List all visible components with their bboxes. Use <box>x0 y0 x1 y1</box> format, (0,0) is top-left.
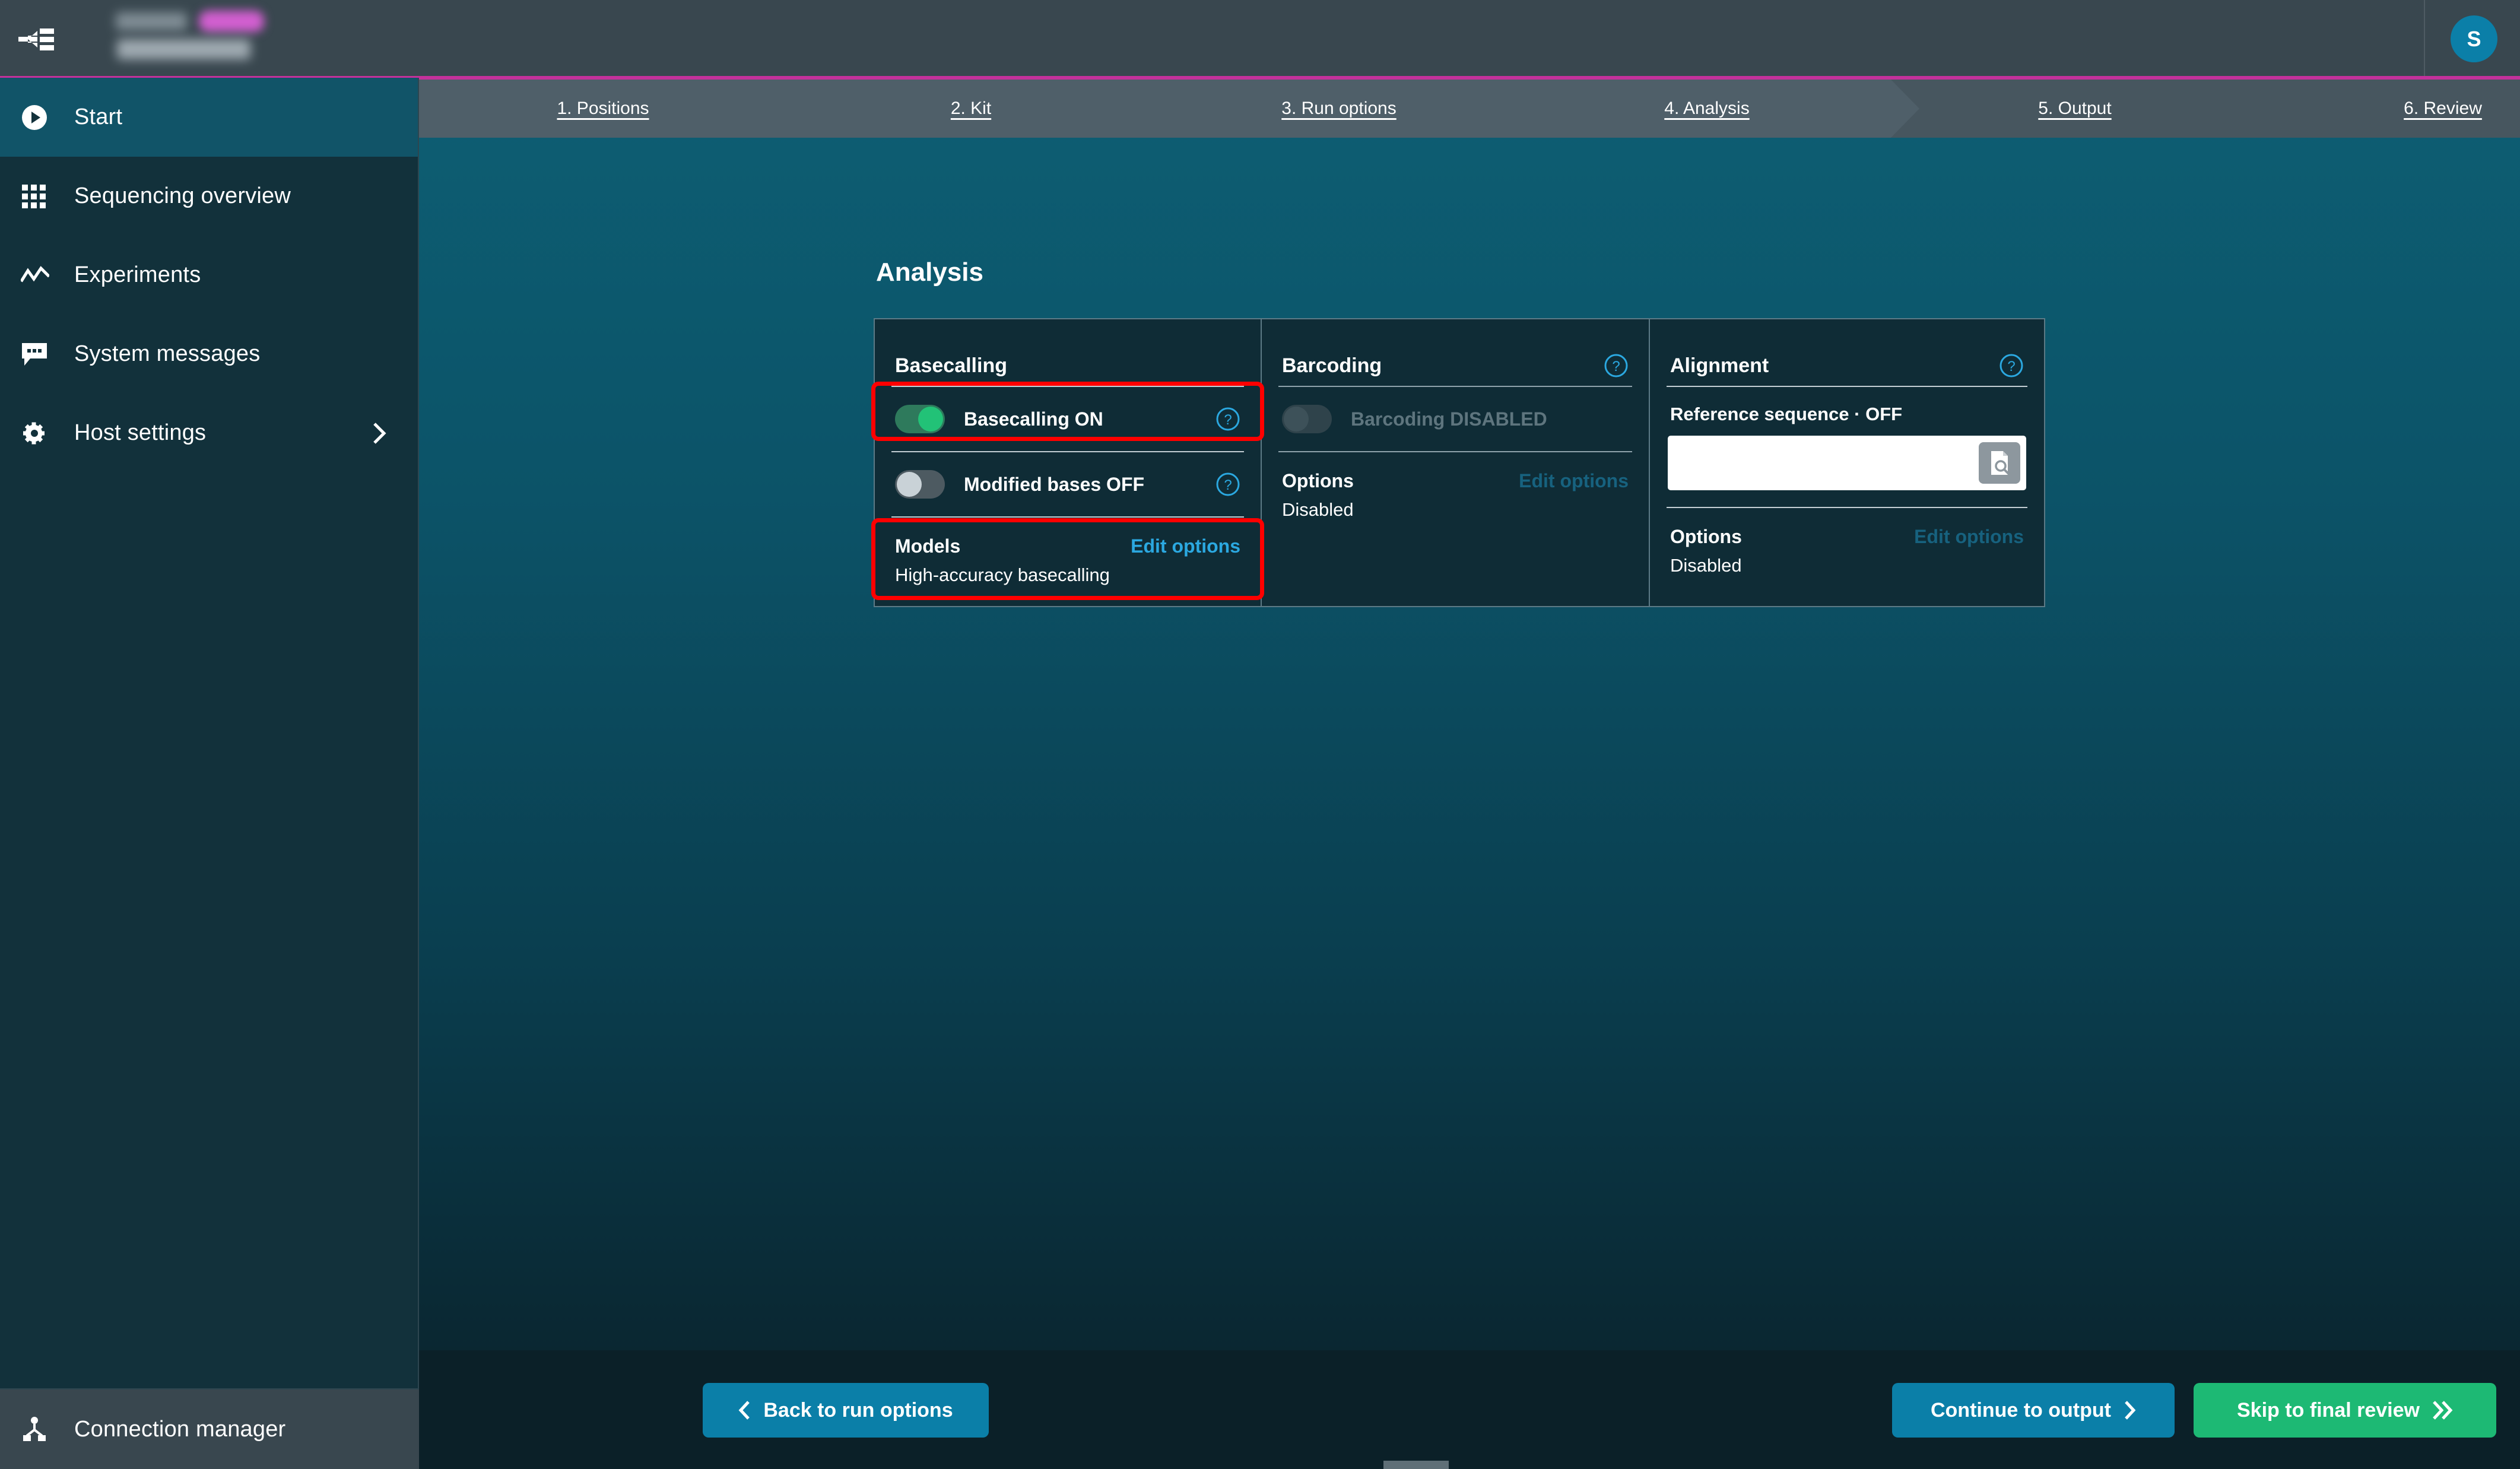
top-bar: S <box>0 0 2520 78</box>
alignment-edit-options-link: Edit options <box>1914 526 2024 547</box>
collapse-sidebar-icon <box>18 28 54 50</box>
horizontal-scrollbar-thumb[interactable] <box>1383 1461 1449 1469</box>
analysis-cards: Basecalling Basecalling ON ? Modified ba… <box>874 318 2045 607</box>
sidebar-item-system-messages[interactable]: System messages <box>0 315 418 394</box>
reference-sequence-label: Reference sequence · OFF <box>1670 404 1903 424</box>
svg-text:?: ? <box>1224 412 1232 428</box>
step-4-analysis[interactable]: 4. Analysis <box>1523 80 1891 138</box>
alignment-options-block: Options Edit options Disabled <box>1650 508 2044 576</box>
continue-button-label: Continue to output <box>1930 1398 2111 1422</box>
page-title: Analysis <box>876 258 983 287</box>
sidebar-footer-label: Connection manager <box>74 1416 286 1442</box>
sidebar-item-label: System messages <box>74 341 261 366</box>
play-circle-icon <box>21 104 74 131</box>
barcoding-card: Barcoding ? Barcoding DISABLED Options E <box>1262 318 1650 607</box>
modified-bases-toggle[interactable] <box>895 470 945 499</box>
step-2-kit[interactable]: 2. Kit <box>787 80 1155 138</box>
toggle-knob <box>1284 407 1309 432</box>
modified-bases-toggle-label: Modified bases OFF <box>964 473 1145 495</box>
alignment-card: Alignment ? Reference sequence · OFF Opt… <box>1650 318 2045 607</box>
application-window: S Start Sequencing overview Experiments … <box>0 0 2520 1469</box>
barcoding-toggle <box>1282 405 1332 433</box>
step-3-run-options[interactable]: 3. Run options <box>1155 80 1523 138</box>
skip-button-label: Skip to final review <box>2237 1398 2420 1422</box>
sidebar-item-label: Start <box>74 104 123 129</box>
main-content: 1. Positions 2. Kit 3. Run options 4. An… <box>419 80 2520 1469</box>
footer-bar: Back to run options Continue to output S… <box>419 1350 2520 1469</box>
barcoding-toggle-row: Barcoding DISABLED <box>1262 387 1649 451</box>
line-chart-icon <box>21 265 74 286</box>
barcoding-options-block: Options Edit options Disabled <box>1262 452 1649 521</box>
wizard-stepper: 1. Positions 2. Kit 3. Run options 4. An… <box>419 80 2520 138</box>
basecalling-card: Basecalling Basecalling ON ? Modified ba… <box>874 318 1262 607</box>
basecalling-toggle-row[interactable]: Basecalling ON ? <box>875 387 1261 451</box>
redacted-text-line <box>116 12 187 30</box>
file-search-icon <box>1991 451 2010 475</box>
skip-to-final-review-button[interactable]: Skip to final review <box>2194 1383 2496 1438</box>
help-icon[interactable]: ? <box>1215 472 1240 497</box>
svg-text:?: ? <box>2007 358 2015 375</box>
alignment-card-header: Alignment ? <box>1650 319 2044 386</box>
sidebar-item-start[interactable]: Start <box>0 78 418 157</box>
chevron-double-right-icon <box>2433 1401 2453 1420</box>
basecalling-toggle-label: Basecalling ON <box>964 408 1103 430</box>
back-button-label: Back to run options <box>763 1398 953 1422</box>
basecalling-card-header: Basecalling <box>875 319 1261 386</box>
back-to-run-options-button[interactable]: Back to run options <box>703 1383 989 1438</box>
barcoding-card-header: Barcoding ? <box>1262 319 1649 386</box>
alignment-options-title: Options <box>1670 526 1742 547</box>
network-node-icon <box>21 1416 74 1443</box>
barcoding-options-title: Options <box>1282 470 1354 491</box>
sidebar-item-connection-manager[interactable]: Connection manager <box>0 1388 419 1469</box>
sidebar-item-host-settings[interactable]: Host settings <box>0 394 418 472</box>
help-icon[interactable]: ? <box>1604 353 1629 378</box>
toggle-knob <box>918 407 943 432</box>
basecalling-card-title: Basecalling <box>895 354 1007 377</box>
svg-text:?: ? <box>1224 477 1232 493</box>
reference-sequence-input[interactable] <box>1668 436 2026 490</box>
basecalling-toggle[interactable] <box>895 405 945 433</box>
models-block: Models Edit options High-accuracy baseca… <box>875 518 1261 586</box>
message-icon <box>21 342 74 367</box>
alignment-options-value: Disabled <box>1670 555 1742 576</box>
sidebar-item-label: Experiments <box>74 262 201 287</box>
alignment-options-row: Options Edit options <box>1670 526 2024 548</box>
models-value: High-accuracy basecalling <box>895 564 1110 585</box>
chevron-right-icon <box>373 422 386 444</box>
continue-to-output-button[interactable]: Continue to output <box>1892 1383 2175 1438</box>
collapse-sidebar-button[interactable] <box>0 0 71 78</box>
models-title: Models <box>895 535 961 557</box>
alignment-card-title: Alignment <box>1670 354 1769 377</box>
barcoding-toggle-label: Barcoding DISABLED <box>1351 408 1547 430</box>
sidebar-item-sequencing-overview[interactable]: Sequencing overview <box>0 157 418 236</box>
chevron-right-icon <box>2125 1401 2136 1420</box>
help-icon[interactable]: ? <box>1215 407 1240 432</box>
sidebar-item-experiments[interactable]: Experiments <box>0 236 418 315</box>
chevron-left-icon <box>738 1401 750 1420</box>
redacted-text-line <box>117 39 250 59</box>
gear-icon <box>21 420 74 447</box>
models-edit-options-link[interactable]: Edit options <box>1131 535 1240 557</box>
sidebar: Start Sequencing overview Experiments Sy… <box>0 78 419 1469</box>
reference-browse-button[interactable] <box>1979 442 2020 484</box>
barcoding-card-title: Barcoding <box>1282 354 1382 377</box>
toggle-knob <box>897 472 922 497</box>
topbar-divider <box>2424 0 2425 78</box>
redacted-badge <box>199 11 264 32</box>
help-icon[interactable]: ? <box>1999 353 2024 378</box>
svg-text:?: ? <box>1612 358 1620 375</box>
brand-logo-redacted <box>110 5 282 69</box>
modified-bases-toggle-row[interactable]: Modified bases OFF ? <box>875 452 1261 516</box>
step-5-output[interactable]: 5. Output <box>1891 80 2259 138</box>
grid-icon <box>21 183 74 210</box>
avatar[interactable]: S <box>2451 15 2497 62</box>
barcoding-options-row: Options Edit options <box>1282 470 1629 492</box>
sidebar-item-label: Host settings <box>74 420 207 445</box>
barcoding-options-value: Disabled <box>1282 499 1354 520</box>
step-6-review[interactable]: 6. Review <box>2259 80 2520 138</box>
barcoding-edit-options-link: Edit options <box>1519 470 1629 491</box>
models-row: Models Edit options <box>895 535 1240 557</box>
step-1-positions[interactable]: 1. Positions <box>419 80 787 138</box>
sidebar-item-label: Sequencing overview <box>74 183 291 208</box>
